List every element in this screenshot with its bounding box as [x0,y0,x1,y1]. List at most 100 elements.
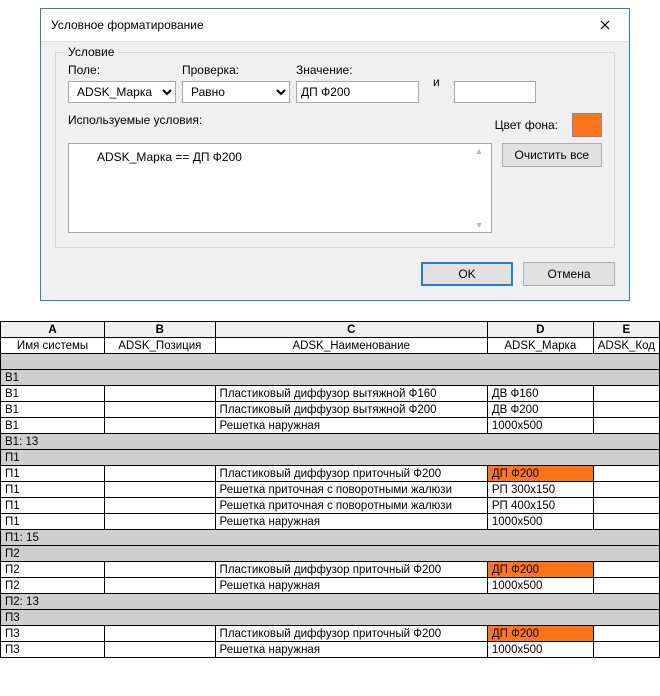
cell[interactable] [593,562,659,578]
cell[interactable]: 1000х500 [487,578,593,594]
cell[interactable]: П1 [1,514,105,530]
close-button[interactable] [589,15,621,35]
group-cell[interactable]: П1: 15 [1,530,660,546]
col-header[interactable]: ADSK_Позиция [105,338,215,354]
group-cell[interactable]: В1: 13 [1,434,660,450]
table-row[interactable]: П1 Пластиковый диффузор приточный Ф200ДП … [1,466,660,482]
col-letter[interactable]: A [1,322,105,338]
cell[interactable] [105,466,215,482]
cell[interactable] [593,642,659,658]
group-row[interactable]: В1 [1,370,660,386]
table-row[interactable]: П1 Решетка приточная с поворотными жалюзи… [1,498,660,514]
ok-button[interactable]: OK [421,262,513,286]
group-cell[interactable]: П1 [1,450,660,466]
col-header[interactable]: ADSK_Марка [487,338,593,354]
check-select[interactable]: Равно [182,81,290,103]
cell[interactable] [105,562,215,578]
cell[interactable]: П2 [1,578,105,594]
field-select[interactable]: ADSK_Марка [68,81,176,103]
cell[interactable] [105,482,215,498]
cell[interactable] [105,578,215,594]
table-row[interactable]: П3 Пластиковый диффузор приточный Ф200ДП … [1,626,660,642]
cell[interactable]: Решетка приточная с поворотными жалюзи [215,482,487,498]
cell[interactable]: В1 [1,418,105,434]
scroll-down-icon[interactable]: ▼ [475,220,489,230]
value-input[interactable] [296,81,419,103]
col-header[interactable]: ADSK_Код [593,338,659,354]
cell[interactable] [105,626,215,642]
group-cell[interactable]: В1 [1,370,660,386]
cell[interactable]: Пластиковый диффузор приточный Ф200 [215,626,487,642]
table-row[interactable]: В1 Пластиковый диффузор вытяжной Ф160ДВ Ф… [1,386,660,402]
table-row[interactable]: В1 Решетка наружная1000х500 [1,418,660,434]
group-cell[interactable]: П2 [1,546,660,562]
cell[interactable]: 1000х500 [487,642,593,658]
table-row[interactable]: В1 Пластиковый диффузор вытяжной Ф200ДВ Ф… [1,402,660,418]
group-row[interactable]: П3 [1,610,660,626]
cell[interactable]: 1000х500 [487,418,593,434]
cell[interactable]: Решетка наружная [215,418,487,434]
cell[interactable] [593,386,659,402]
cell[interactable]: РП 400х150 [487,498,593,514]
cell[interactable]: П1 [1,482,105,498]
cell[interactable]: ДП Ф200 [487,562,593,578]
cell[interactable]: ДП Ф200 [487,466,593,482]
col-letter[interactable]: B [105,322,215,338]
group-cell[interactable] [1,354,660,370]
cell[interactable] [593,514,659,530]
group-row[interactable]: П1: 15 [1,530,660,546]
cell[interactable]: П2 [1,562,105,578]
cell[interactable]: П3 [1,626,105,642]
cell[interactable]: Решетка наружная [215,514,487,530]
col-letter[interactable]: E [593,322,659,338]
group-cell[interactable]: П2: 13 [1,594,660,610]
cell[interactable] [105,498,215,514]
group-cell[interactable]: П3 [1,610,660,626]
cell[interactable]: Пластиковый диффузор вытяжной Ф160 [215,386,487,402]
conditions-textarea[interactable]: ADSK_Марка == ДП Ф200 ▲▼ [68,143,492,233]
table-row[interactable]: П2 Решетка наружная1000х500 [1,578,660,594]
cell[interactable] [105,418,215,434]
cell[interactable]: Решетка наружная [215,642,487,658]
cell[interactable] [593,498,659,514]
cell[interactable]: Пластиковый диффузор приточный Ф200 [215,562,487,578]
group-row[interactable]: П1 [1,450,660,466]
cell[interactable] [105,514,215,530]
table-row[interactable]: П2 Пластиковый диффузор приточный Ф200ДП … [1,562,660,578]
cell[interactable]: В1 [1,386,105,402]
cell[interactable]: Пластиковый диффузор вытяжной Ф200 [215,402,487,418]
col-letter[interactable]: C [215,322,487,338]
cell[interactable] [593,466,659,482]
col-letter[interactable]: D [487,322,593,338]
col-header[interactable]: Имя системы [1,338,105,354]
cell[interactable]: П1 [1,466,105,482]
cell[interactable]: ДВ Ф200 [487,402,593,418]
group-row[interactable] [1,354,660,370]
clear-all-button[interactable]: Очистить все [502,143,602,167]
cell[interactable]: ДВ Ф160 [487,386,593,402]
cell[interactable]: Решетка наружная [215,578,487,594]
scroll-up-icon[interactable]: ▲ [475,146,489,156]
cell[interactable]: ДП Ф200 [487,626,593,642]
group-row[interactable]: П2 [1,546,660,562]
table-row[interactable]: П1 Решетка приточная с поворотными жалюзи… [1,482,660,498]
table-row[interactable]: П3Решетка наружная1000х500 [1,642,660,658]
cell[interactable]: 1000х500 [487,514,593,530]
cell[interactable]: Пластиковый диффузор приточный Ф200 [215,466,487,482]
cancel-button[interactable]: Отмена [523,262,615,286]
group-row[interactable]: П2: 13 [1,594,660,610]
group-row[interactable]: В1: 13 [1,434,660,450]
cell[interactable] [593,418,659,434]
cell[interactable] [593,402,659,418]
cell[interactable] [593,578,659,594]
cell[interactable] [105,386,215,402]
table-row[interactable]: П1 Решетка наружная1000х500 [1,514,660,530]
cell[interactable] [105,642,215,658]
color-swatch[interactable] [572,113,602,137]
cell[interactable] [593,482,659,498]
cell[interactable]: РП 300х150 [487,482,593,498]
cell[interactable]: Решетка приточная с поворотными жалюзи [215,498,487,514]
cell[interactable]: П1 [1,498,105,514]
cell[interactable] [593,626,659,642]
cell[interactable]: В1 [1,402,105,418]
